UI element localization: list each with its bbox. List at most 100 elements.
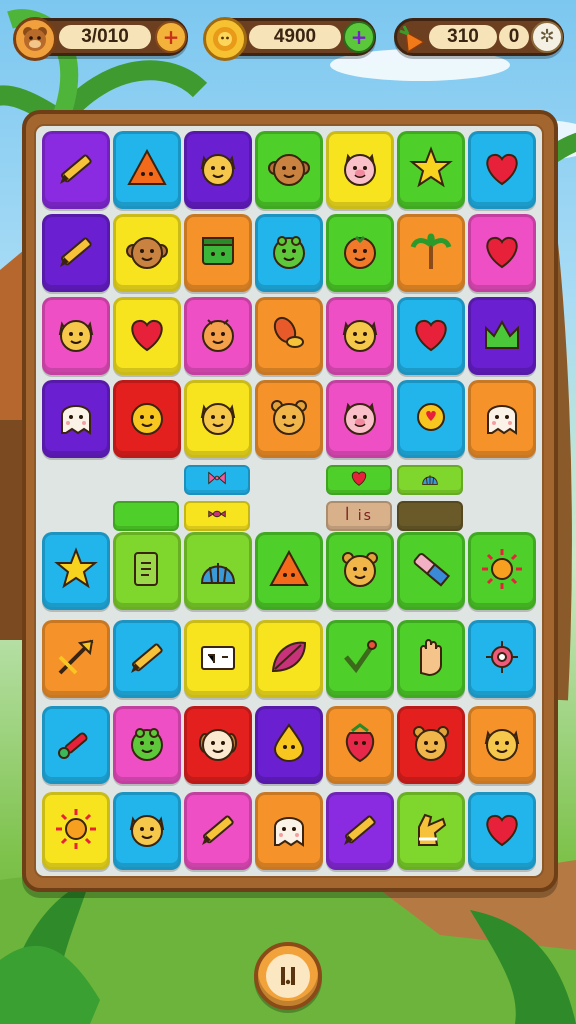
- heart-icon: [123, 310, 171, 362]
- tile[interactable]: [113, 297, 181, 375]
- tile[interactable]: [326, 706, 394, 784]
- tile[interactable]: [184, 706, 252, 784]
- tile[interactable]: [113, 620, 181, 698]
- tile[interactable]: [468, 297, 536, 375]
- tile[interactable]: [468, 131, 536, 209]
- tile[interactable]: [326, 131, 394, 209]
- plus-icon[interactable]: +: [155, 21, 187, 53]
- tile[interactable]: [255, 380, 323, 458]
- cat-face-icon: [194, 144, 242, 196]
- tile[interactable]: [255, 297, 323, 375]
- bear-face-icon: [336, 545, 384, 597]
- tile[interactable]: [468, 532, 536, 610]
- note-icon: [194, 633, 242, 685]
- tile[interactable]: [255, 706, 323, 784]
- mini-block[interactable]: [326, 465, 392, 495]
- energy-counter: 310 0 ✲: [394, 18, 564, 56]
- pause-button[interactable]: [254, 942, 322, 1010]
- tile[interactable]: [113, 532, 181, 610]
- plus-icon[interactable]: +: [343, 21, 375, 53]
- shell-icon: [417, 467, 443, 493]
- tile[interactable]: [42, 131, 110, 209]
- pencil-icon: [336, 805, 384, 857]
- cat-face-icon: [194, 393, 242, 445]
- tile[interactable]: [184, 532, 252, 610]
- tile[interactable]: [184, 131, 252, 209]
- glove-icon: [407, 805, 455, 857]
- tile[interactable]: [42, 214, 110, 292]
- tile[interactable]: [184, 214, 252, 292]
- tile[interactable]: [113, 214, 181, 292]
- tile[interactable]: [184, 297, 252, 375]
- mini-block[interactable]: ꟾ is: [326, 501, 392, 531]
- star-icon: [407, 144, 455, 196]
- tile[interactable]: [468, 214, 536, 292]
- eraser-icon: [407, 545, 455, 597]
- tile[interactable]: [113, 380, 181, 458]
- tile[interactable]: [468, 792, 536, 870]
- score-counter: 4900 +: [203, 17, 376, 61]
- mini-block[interactable]: [184, 465, 250, 495]
- tile[interactable]: [397, 706, 465, 784]
- tile[interactable]: [326, 380, 394, 458]
- tile[interactable]: [255, 131, 323, 209]
- mini-block[interactable]: [184, 501, 250, 531]
- tile[interactable]: [113, 131, 181, 209]
- bear-face-icon: [407, 719, 455, 771]
- tile[interactable]: [326, 297, 394, 375]
- score-value: 4900: [249, 25, 341, 49]
- tile[interactable]: [397, 532, 465, 610]
- tile[interactable]: [255, 532, 323, 610]
- heart-icon: [478, 805, 526, 857]
- tile[interactable]: [397, 380, 465, 458]
- shell-icon: [194, 545, 242, 597]
- tile[interactable]: [326, 532, 394, 610]
- tile[interactable]: [184, 380, 252, 458]
- tile[interactable]: [184, 620, 252, 698]
- pencil-icon: [194, 805, 242, 857]
- tile[interactable]: [255, 620, 323, 698]
- tile[interactable]: [42, 297, 110, 375]
- tile[interactable]: [255, 214, 323, 292]
- tile[interactable]: [397, 297, 465, 375]
- tile[interactable]: [113, 706, 181, 784]
- leaf-icon: [265, 633, 313, 685]
- tile[interactable]: [42, 792, 110, 870]
- mini-block[interactable]: [397, 465, 463, 495]
- cat-face-icon: [52, 310, 100, 362]
- tile[interactable]: [397, 131, 465, 209]
- tile[interactable]: [326, 792, 394, 870]
- candy-icon: [204, 503, 230, 529]
- tile[interactable]: [42, 706, 110, 784]
- gear-icon[interactable]: ✲: [531, 21, 563, 53]
- tile[interactable]: [397, 620, 465, 698]
- pause-icon: [266, 954, 310, 998]
- tile[interactable]: [468, 620, 536, 698]
- star-icon: [52, 545, 100, 597]
- heart-icon: [478, 227, 526, 279]
- mini-block[interactable]: [397, 501, 463, 531]
- monkey-icon: [123, 227, 171, 279]
- dog-face-icon: [194, 719, 242, 771]
- sun-icon: [52, 805, 100, 857]
- tile[interactable]: [42, 380, 110, 458]
- mini-block-label: ꟾ is: [345, 508, 373, 524]
- tile[interactable]: [468, 706, 536, 784]
- energy-secondary-value: 0: [499, 25, 529, 49]
- tile[interactable]: [397, 792, 465, 870]
- tile[interactable]: [326, 620, 394, 698]
- tile[interactable]: [326, 214, 394, 292]
- bug-icon: [194, 310, 242, 362]
- bird-icon: [407, 393, 455, 445]
- mini-block[interactable]: [113, 501, 179, 531]
- cat-face-icon: [336, 310, 384, 362]
- bear-face-icon: [265, 393, 313, 445]
- tile[interactable]: [42, 620, 110, 698]
- tile[interactable]: [184, 792, 252, 870]
- tile[interactable]: [255, 792, 323, 870]
- tile[interactable]: [397, 214, 465, 292]
- tile[interactable]: [42, 532, 110, 610]
- arrow-icon: [52, 633, 100, 685]
- tile[interactable]: [468, 380, 536, 458]
- tile[interactable]: [113, 792, 181, 870]
